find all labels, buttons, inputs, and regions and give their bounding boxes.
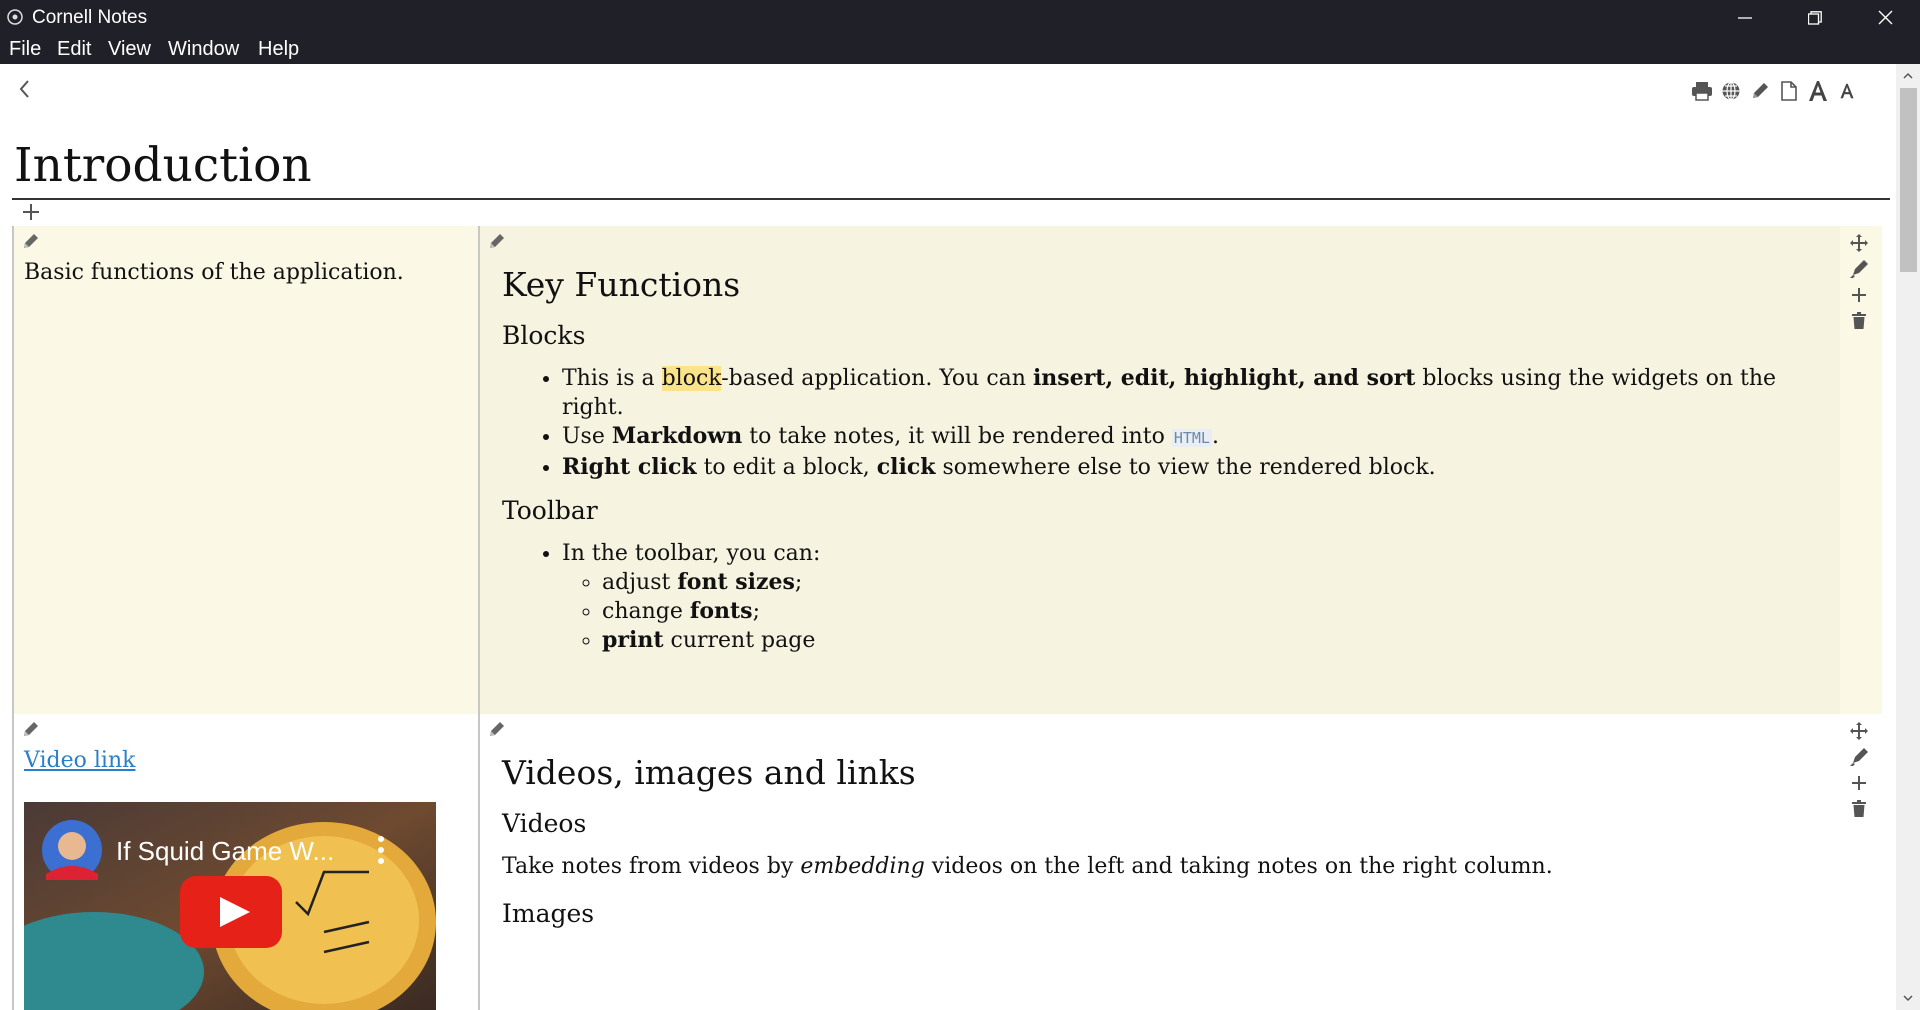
heading-blocks: Blocks xyxy=(502,321,586,350)
video-link[interactable]: Video link xyxy=(24,748,135,773)
app-icon xyxy=(7,9,23,25)
heading-videos-images-links: Videos, images and links xyxy=(502,753,916,792)
videos-paragraph: Take notes from videos by embedding vide… xyxy=(502,854,1553,879)
edit-pencil-icon[interactable] xyxy=(22,232,40,250)
list-item: print current page xyxy=(602,626,1822,655)
notes-content: Videos, images and links Videos Take not… xyxy=(502,740,1822,942)
window-title: Cornell Notes xyxy=(32,7,148,28)
toolbar-sublist: adjust font sizes; change fonts; print c… xyxy=(562,568,1822,655)
toolbar xyxy=(1691,80,1858,102)
block-widgets xyxy=(1844,720,1874,820)
video-title: If Squid Game W... xyxy=(116,836,335,866)
notes-content: Key Functions Blocks This is a block-bas… xyxy=(502,252,1822,667)
list-item: adjust font sizes; xyxy=(602,568,1822,597)
menu-window[interactable]: Window xyxy=(168,38,239,61)
heading-images: Images xyxy=(502,899,595,928)
menu-edit[interactable]: Edit xyxy=(57,38,91,61)
page-content: Introduction Basic functions of the appl… xyxy=(0,64,1896,1010)
back-arrow-icon[interactable] xyxy=(14,78,36,100)
add-icon[interactable] xyxy=(1848,284,1870,306)
close-icon xyxy=(1878,10,1892,25)
list-item: Right click to edit a block, click somew… xyxy=(562,453,1822,482)
title-bar: Cornell Notes xyxy=(0,0,1920,35)
add-icon[interactable] xyxy=(1848,772,1870,794)
inline-code: HTML xyxy=(1171,429,1212,447)
video-embed[interactable]: If Squid Game W... xyxy=(24,802,436,1010)
cue-column[interactable]: Video link If Squid Game W... xyxy=(12,714,480,1010)
notes-column[interactable]: Videos, images and links Videos Take not… xyxy=(480,714,1840,1010)
block-widgets xyxy=(1844,232,1874,332)
font-size-decrease-icon[interactable] xyxy=(1836,80,1858,102)
move-icon[interactable] xyxy=(1848,232,1870,254)
toolbar-list: In the toolbar, you can: adjust font siz… xyxy=(502,539,1822,655)
heading-toolbar: Toolbar xyxy=(502,496,598,525)
move-icon[interactable] xyxy=(1848,720,1870,742)
close-button[interactable] xyxy=(1850,0,1920,35)
minimize-button[interactable] xyxy=(1710,0,1780,35)
video-thumbnail-image xyxy=(24,802,436,1010)
note-block-videos-images-links[interactable]: Video link If Squid Game W... Videos, im… xyxy=(12,714,1882,1010)
cue-column[interactable]: Basic functions of the application. xyxy=(12,226,480,714)
edit-pencil-icon[interactable] xyxy=(22,720,40,738)
notes-column[interactable]: Key Functions Blocks This is a block-bas… xyxy=(480,226,1840,714)
scroll-up-icon[interactable] xyxy=(1902,70,1914,82)
restore-icon xyxy=(1808,10,1822,25)
page-title: Introduction xyxy=(14,138,312,193)
heading-videos: Videos xyxy=(502,809,587,838)
file-icon[interactable] xyxy=(1778,80,1800,102)
scrollbar-thumb[interactable] xyxy=(1900,88,1917,272)
globe-icon[interactable] xyxy=(1720,80,1742,102)
menu-view[interactable]: View xyxy=(108,38,151,61)
title-divider xyxy=(12,198,1890,200)
add-block-icon[interactable] xyxy=(20,201,42,223)
blocks-list: This is a block-based application. You c… xyxy=(502,364,1822,482)
trash-icon[interactable] xyxy=(1848,798,1870,820)
highlight-icon[interactable] xyxy=(1848,258,1870,280)
heading-key-functions: Key Functions xyxy=(502,265,741,304)
edit-pencil-icon[interactable] xyxy=(488,720,506,738)
list-item: In the toolbar, you can: adjust font siz… xyxy=(562,539,1822,655)
scroll-down-icon[interactable] xyxy=(1902,992,1914,1004)
font-size-increase-icon[interactable] xyxy=(1807,80,1829,102)
list-item: change fonts; xyxy=(602,597,1822,626)
cue-text: Basic functions of the application. xyxy=(24,260,404,285)
list-item: Use Markdown to take notes, it will be r… xyxy=(562,422,1822,453)
minimize-icon xyxy=(1738,16,1752,19)
highlight-icon[interactable] xyxy=(1848,746,1870,768)
list-item: This is a block-based application. You c… xyxy=(562,364,1822,422)
vertical-scrollbar[interactable] xyxy=(1896,64,1920,1010)
note-block-key-functions[interactable]: Basic functions of the application. Key … xyxy=(12,226,1882,714)
trash-icon[interactable] xyxy=(1848,310,1870,332)
menu-file[interactable]: File xyxy=(9,38,41,61)
menu-bar: File Edit View Window Help xyxy=(0,35,1920,64)
edit-pencil-icon[interactable] xyxy=(488,232,506,250)
highlighted-text: block xyxy=(661,366,722,391)
print-icon[interactable] xyxy=(1691,80,1713,102)
pencil-icon[interactable] xyxy=(1749,80,1771,102)
restore-button[interactable] xyxy=(1780,0,1850,35)
menu-help[interactable]: Help xyxy=(258,38,299,61)
